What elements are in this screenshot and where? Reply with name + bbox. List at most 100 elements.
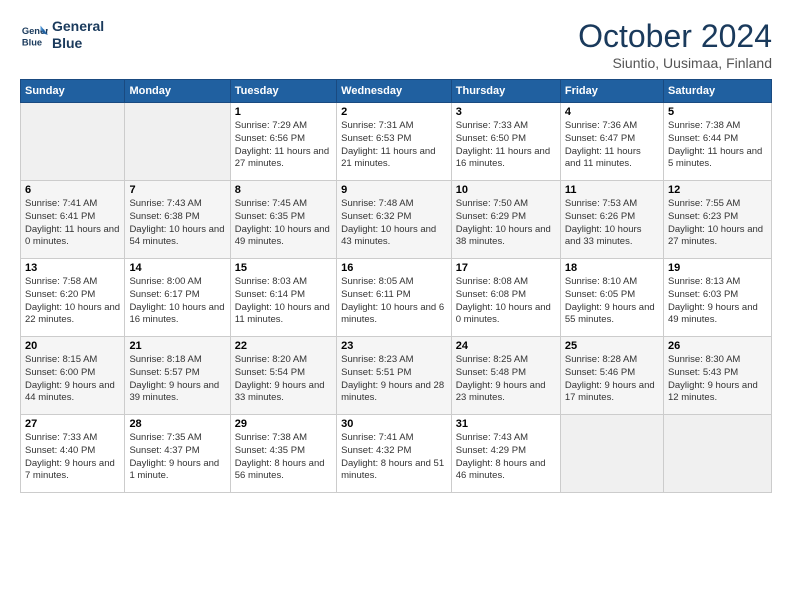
calendar-cell: 21 Sunrise: 8:18 AMSunset: 5:57 PMDayligh…: [125, 337, 230, 415]
cell-info: Sunrise: 7:41 AMSunset: 6:41 PMDaylight:…: [25, 198, 119, 247]
day-number: 6: [25, 184, 120, 196]
day-number: 16: [341, 262, 447, 274]
calendar-header-row: SundayMondayTuesdayWednesdayThursdayFrid…: [21, 80, 772, 103]
cell-info: Sunrise: 7:38 AMSunset: 4:35 PMDaylight:…: [235, 432, 325, 481]
page-header: General Blue General Blue October 2024 S…: [20, 18, 772, 71]
day-number: 21: [129, 340, 225, 352]
logo: General Blue General Blue: [20, 18, 104, 52]
day-number: 7: [129, 184, 225, 196]
calendar-week-5: 27 Sunrise: 7:33 AMSunset: 4:40 PMDayligh…: [21, 415, 772, 493]
calendar-cell: 23 Sunrise: 8:23 AMSunset: 5:51 PMDayligh…: [337, 337, 452, 415]
cell-info: Sunrise: 7:31 AMSunset: 6:53 PMDaylight:…: [341, 120, 435, 169]
svg-text:Blue: Blue: [22, 37, 42, 47]
cell-info: Sunrise: 8:15 AMSunset: 6:00 PMDaylight:…: [25, 354, 115, 403]
calendar-cell: [125, 103, 230, 181]
month-title: October 2024: [578, 18, 772, 55]
calendar-cell: [663, 415, 771, 493]
cell-info: Sunrise: 7:29 AMSunset: 6:56 PMDaylight:…: [235, 120, 329, 169]
cell-info: Sunrise: 7:33 AMSunset: 6:50 PMDaylight:…: [456, 120, 550, 169]
calendar-cell: 10 Sunrise: 7:50 AMSunset: 6:29 PMDayligh…: [451, 181, 560, 259]
calendar-cell: 1 Sunrise: 7:29 AMSunset: 6:56 PMDaylight…: [230, 103, 336, 181]
cell-info: Sunrise: 8:05 AMSunset: 6:11 PMDaylight:…: [341, 276, 444, 325]
day-number: 20: [25, 340, 120, 352]
day-number: 30: [341, 418, 447, 430]
day-number: 24: [456, 340, 556, 352]
day-number: 27: [25, 418, 120, 430]
cell-info: Sunrise: 8:00 AMSunset: 6:17 PMDaylight:…: [129, 276, 224, 325]
calendar-week-3: 13Sunrise: 7:58 AMSunset: 6:20 PMDayligh…: [21, 259, 772, 337]
calendar-page: General Blue General Blue October 2024 S…: [0, 0, 792, 503]
cell-info: Sunrise: 7:50 AMSunset: 6:29 PMDaylight:…: [456, 198, 551, 247]
day-number: 25: [565, 340, 659, 352]
cell-info: Sunrise: 7:48 AMSunset: 6:32 PMDaylight:…: [341, 198, 436, 247]
logo-line1: General: [52, 18, 104, 34]
day-number: 3: [456, 106, 556, 118]
cell-info: Sunrise: 8:25 AMSunset: 5:48 PMDaylight:…: [456, 354, 546, 403]
calendar-cell: 25 Sunrise: 8:28 AMSunset: 5:46 PMDayligh…: [560, 337, 663, 415]
day-number: 13: [25, 262, 120, 274]
calendar-week-2: 6 Sunrise: 7:41 AMSunset: 6:41 PMDaylight…: [21, 181, 772, 259]
cell-info: Sunrise: 7:35 AMSunset: 4:37 PMDaylight:…: [129, 432, 219, 481]
day-number: 4: [565, 106, 659, 118]
calendar-cell: 26 Sunrise: 8:30 AMSunset: 5:43 PMDayligh…: [663, 337, 771, 415]
calendar-cell: [21, 103, 125, 181]
day-number: 28: [129, 418, 225, 430]
calendar-week-1: 1 Sunrise: 7:29 AMSunset: 6:56 PMDaylight…: [21, 103, 772, 181]
day-number: 10: [456, 184, 556, 196]
cell-info: Sunrise: 8:28 AMSunset: 5:46 PMDaylight:…: [565, 354, 655, 403]
location-subtitle: Siuntio, Uusimaa, Finland: [578, 55, 772, 71]
cell-info: Sunrise: 8:23 AMSunset: 5:51 PMDaylight:…: [341, 354, 444, 403]
cell-info: Sunrise: 7:36 AMSunset: 6:47 PMDaylight:…: [565, 120, 641, 169]
calendar-cell: 20 Sunrise: 8:15 AMSunset: 6:00 PMDayligh…: [21, 337, 125, 415]
logo-icon: General Blue: [20, 21, 48, 49]
calendar-cell: [560, 415, 663, 493]
calendar-cell: 17Sunrise: 8:08 AMSunset: 6:08 PMDayligh…: [451, 259, 560, 337]
day-number: 18: [565, 262, 659, 274]
calendar-cell: 15Sunrise: 8:03 AMSunset: 6:14 PMDayligh…: [230, 259, 336, 337]
calendar-cell: 8Sunrise: 7:45 AMSunset: 6:35 PMDaylight…: [230, 181, 336, 259]
cell-info: Sunrise: 7:45 AMSunset: 6:35 PMDaylight:…: [235, 198, 330, 247]
cell-info: Sunrise: 8:03 AMSunset: 6:14 PMDaylight:…: [235, 276, 330, 325]
day-header-monday: Monday: [125, 80, 230, 103]
day-number: 11: [565, 184, 659, 196]
calendar-cell: 22Sunrise: 8:20 AMSunset: 5:54 PMDayligh…: [230, 337, 336, 415]
cell-info: Sunrise: 7:33 AMSunset: 4:40 PMDaylight:…: [25, 432, 115, 481]
calendar-week-4: 20 Sunrise: 8:15 AMSunset: 6:00 PMDayligh…: [21, 337, 772, 415]
cell-info: Sunrise: 8:20 AMSunset: 5:54 PMDaylight:…: [235, 354, 325, 403]
day-number: 23: [341, 340, 447, 352]
cell-info: Sunrise: 8:30 AMSunset: 5:43 PMDaylight:…: [668, 354, 758, 403]
calendar-cell: 9 Sunrise: 7:48 AMSunset: 6:32 PMDaylight…: [337, 181, 452, 259]
cell-info: Sunrise: 8:08 AMSunset: 6:08 PMDaylight:…: [456, 276, 551, 325]
cell-info: Sunrise: 7:55 AMSunset: 6:23 PMDaylight:…: [668, 198, 763, 247]
calendar-cell: 5Sunrise: 7:38 AMSunset: 6:44 PMDaylight…: [663, 103, 771, 181]
day-number: 1: [235, 106, 332, 118]
calendar-cell: 29 Sunrise: 7:38 AMSunset: 4:35 PMDayligh…: [230, 415, 336, 493]
day-header-sunday: Sunday: [21, 80, 125, 103]
day-number: 31: [456, 418, 556, 430]
title-block: October 2024 Siuntio, Uusimaa, Finland: [578, 18, 772, 71]
day-number: 5: [668, 106, 767, 118]
calendar-cell: 16 Sunrise: 8:05 AMSunset: 6:11 PMDayligh…: [337, 259, 452, 337]
calendar-cell: 14Sunrise: 8:00 AMSunset: 6:17 PMDayligh…: [125, 259, 230, 337]
day-number: 29: [235, 418, 332, 430]
calendar-cell: 30Sunrise: 7:41 AMSunset: 4:32 PMDayligh…: [337, 415, 452, 493]
logo-line2: Blue: [52, 35, 82, 51]
day-header-wednesday: Wednesday: [337, 80, 452, 103]
cell-info: Sunrise: 8:10 AMSunset: 6:05 PMDaylight:…: [565, 276, 655, 325]
cell-info: Sunrise: 7:43 AMSunset: 6:38 PMDaylight:…: [129, 198, 224, 247]
calendar-cell: 18 Sunrise: 8:10 AMSunset: 6:05 PMDayligh…: [560, 259, 663, 337]
cell-info: Sunrise: 8:18 AMSunset: 5:57 PMDaylight:…: [129, 354, 219, 403]
cell-info: Sunrise: 7:53 AMSunset: 6:26 PMDaylight:…: [565, 198, 642, 247]
day-number: 19: [668, 262, 767, 274]
day-header-friday: Friday: [560, 80, 663, 103]
calendar-cell: 24 Sunrise: 8:25 AMSunset: 5:48 PMDayligh…: [451, 337, 560, 415]
day-number: 9: [341, 184, 447, 196]
day-number: 26: [668, 340, 767, 352]
calendar-table: SundayMondayTuesdayWednesdayThursdayFrid…: [20, 79, 772, 493]
calendar-cell: 4 Sunrise: 7:36 AMSunset: 6:47 PMDaylight…: [560, 103, 663, 181]
day-header-saturday: Saturday: [663, 80, 771, 103]
cell-info: Sunrise: 7:43 AMSunset: 4:29 PMDaylight:…: [456, 432, 546, 481]
calendar-cell: 11 Sunrise: 7:53 AMSunset: 6:26 PMDayligh…: [560, 181, 663, 259]
calendar-cell: 31 Sunrise: 7:43 AMSunset: 4:29 PMDayligh…: [451, 415, 560, 493]
calendar-cell: 27 Sunrise: 7:33 AMSunset: 4:40 PMDayligh…: [21, 415, 125, 493]
